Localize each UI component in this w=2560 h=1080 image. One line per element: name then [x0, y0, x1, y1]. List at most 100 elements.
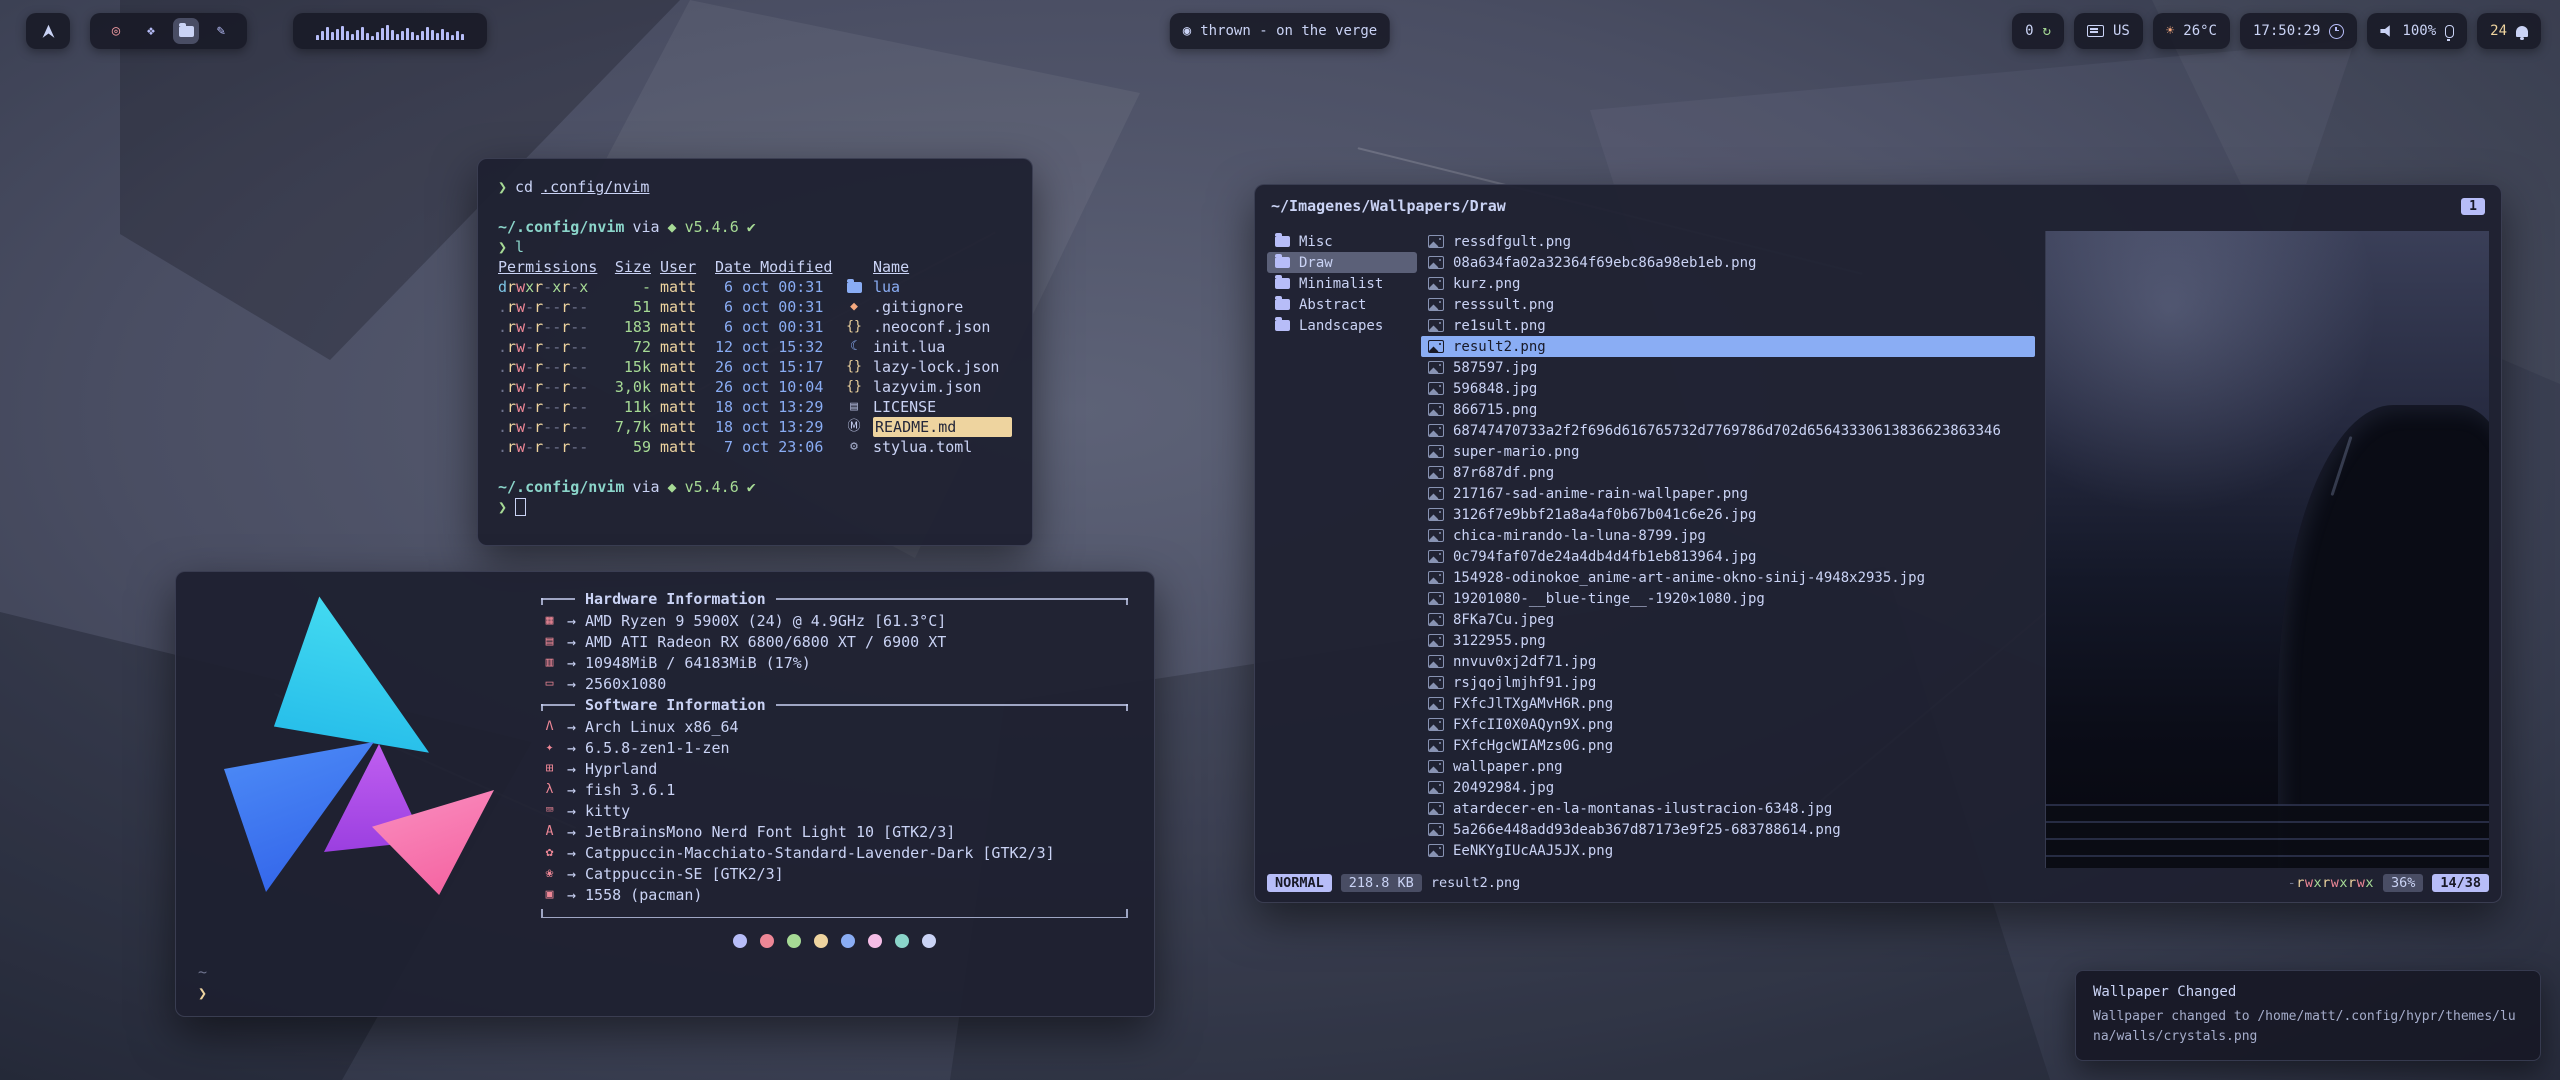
- clock-module[interactable]: 17:50:29: [2240, 13, 2357, 49]
- file-row[interactable]: wallpaper.png: [1421, 756, 2035, 777]
- image-file-icon: [1428, 613, 1444, 626]
- sidebar-dir-abstract[interactable]: Abstract: [1267, 294, 1417, 315]
- file-row[interactable]: 68747470733a2f2f696d616765732d7769786d70…: [1421, 420, 2035, 441]
- palette-dot: [733, 934, 747, 948]
- arrow-icon: →: [567, 844, 576, 862]
- file-row[interactable]: 20492984.jpg: [1421, 777, 2035, 798]
- workspace-files[interactable]: [173, 18, 199, 44]
- file-row[interactable]: 8FKa7Cu.jpeg: [1421, 609, 2035, 630]
- arrow-icon: →: [567, 823, 576, 841]
- terminal-window[interactable]: ❯cd.config/nvim ~/.config/nvimvia◆v5.4.6…: [477, 158, 1033, 546]
- nvim-version: v5.4.6: [685, 477, 739, 497]
- file-manager-window[interactable]: ~/Imagenes/Wallpapers/Draw 1 MiscDrawMin…: [1254, 184, 2502, 903]
- neovim-icon: ◆: [668, 217, 677, 237]
- file-row[interactable]: FXfcJlTXgAMvH6R.png: [1421, 693, 2035, 714]
- info-value: AMD ATI Radeon RX 6800/6800 XT / 6900 XT: [585, 633, 946, 651]
- file-name: 68747470733a2f2f696d616765732d7769786d70…: [1453, 423, 2001, 439]
- volume-module[interactable]: 100%: [2367, 13, 2467, 49]
- workspace-design[interactable]: ✎: [208, 18, 234, 44]
- file-row[interactable]: kurz.png: [1421, 273, 2035, 294]
- sidebar-dir-draw[interactable]: Draw: [1267, 252, 1417, 273]
- waveform-bar: [451, 35, 454, 40]
- folder-icon: [1275, 299, 1290, 310]
- image-file-icon: [1428, 760, 1444, 773]
- image-file-icon: [1428, 256, 1444, 269]
- launcher-button[interactable]: [26, 13, 70, 49]
- file-name: FXfcHgcWIAMzs0G.png: [1453, 738, 1613, 754]
- file-row[interactable]: super-mario.png: [1421, 441, 2035, 462]
- file-name: 0c794faf07de24a4db4d4fb1eb813964.jpg: [1453, 549, 1756, 565]
- file-name: 08a634fa02a32364f69ebc86a98eb1eb.png: [1453, 255, 1756, 271]
- sidebar-dir-minimalist[interactable]: Minimalist: [1267, 273, 1417, 294]
- file-row[interactable]: FXfcII0X0AQyn9X.png: [1421, 714, 2035, 735]
- file-row[interactable]: chica-mirando-la-luna-8799.jpg: [1421, 525, 2035, 546]
- waveform-bar: [416, 35, 419, 40]
- listing-row: .rw-r--r--3,0kmatt26 oct 10:04{}lazyvim.…: [498, 377, 1012, 397]
- keyboard-icon: [2087, 25, 2104, 37]
- file-row[interactable]: ressdfgult.png: [1421, 231, 2035, 252]
- keyboard-layout-module[interactable]: US: [2074, 13, 2143, 49]
- waveform-bar: [326, 27, 329, 40]
- file-name: EeNKYgIUcAAJ5JX.png: [1453, 843, 1613, 859]
- file-row[interactable]: atardecer-en-la-montanas-ilustracion-634…: [1421, 798, 2035, 819]
- fetch-window[interactable]: Hardware Information ▦→AMD Ryzen 9 5900X…: [175, 571, 1155, 1017]
- file-row[interactable]: EeNKYgIUcAAJ5JX.png: [1421, 840, 2035, 861]
- prompt-char: ❯: [498, 237, 507, 257]
- via-label: via: [632, 477, 659, 497]
- workspace-chat[interactable]: ❖: [138, 18, 164, 44]
- dir-name: Misc: [1299, 234, 1333, 250]
- updates-module[interactable]: 0 ↻: [2012, 13, 2064, 49]
- file-row[interactable]: 19201080-__blue-tinge__-1920×1080.jpg: [1421, 588, 2035, 609]
- image-file-icon: [1428, 592, 1444, 605]
- file-row[interactable]: re1sult.png: [1421, 315, 2035, 336]
- sidebar-dir-landscapes[interactable]: Landscapes: [1267, 315, 1417, 336]
- listing-row: .rw-r--r--11kmatt18 oct 13:29▤LICENSE: [498, 397, 1012, 417]
- file-row[interactable]: resssult.png: [1421, 294, 2035, 315]
- image-preview: [2045, 231, 2489, 868]
- tab-badge[interactable]: 1: [2461, 198, 2485, 215]
- waveform: [316, 22, 464, 40]
- arrow-icon: →: [567, 886, 576, 904]
- file-row[interactable]: 5a266e448add93deab367d87173e9f25-6837886…: [1421, 819, 2035, 840]
- file-row[interactable]: 0c794faf07de24a4db4d4fb1eb813964.jpg: [1421, 546, 2035, 567]
- file-row[interactable]: 587597.jpg: [1421, 357, 2035, 378]
- music-module[interactable]: ◉ thrown - on the verge: [1170, 13, 1390, 49]
- file-row[interactable]: 08a634fa02a32364f69ebc86a98eb1eb.png: [1421, 252, 2035, 273]
- music-icon: ◉: [1183, 23, 1191, 39]
- file-row[interactable]: 596848.jpg: [1421, 378, 2035, 399]
- brush-icon: ✎: [217, 23, 225, 39]
- mode-badge: NORMAL: [1267, 874, 1332, 892]
- file-name: 20492984.jpg: [1453, 780, 1554, 796]
- image-file-icon: [1428, 298, 1444, 311]
- info-line-font: A→JetBrainsMono Nerd Font Light 10 [GTK2…: [541, 821, 1128, 842]
- palette-dot: [760, 934, 774, 948]
- file-row[interactable]: 87r687df.png: [1421, 462, 2035, 483]
- info-line-theme: ✿→Catppuccin-Macchiato-Standard-Lavender…: [541, 842, 1128, 863]
- file-row[interactable]: result2.png: [1421, 336, 2035, 357]
- notifications-module[interactable]: 24: [2477, 13, 2541, 49]
- listing-row: .rw-r--r--59matt 7 oct 23:06⚙stylua.toml: [498, 437, 1012, 457]
- notification-popup[interactable]: Wallpaper Changed Wallpaper changed to /…: [2075, 970, 2541, 1061]
- image-file-icon: [1428, 235, 1444, 248]
- file-row[interactable]: 3126f7e9bbf21a8a4af0b67b041c6e26.jpg: [1421, 504, 2035, 525]
- file-row[interactable]: nnvuv0xj2df71.jpg: [1421, 651, 2035, 672]
- file-row[interactable]: 3122955.png: [1421, 630, 2035, 651]
- terminal-cursor[interactable]: [515, 498, 526, 516]
- workspace-switcher: ◎ ❖ ✎: [90, 13, 247, 49]
- json-icon: {}: [846, 377, 862, 397]
- weather-module[interactable]: ☀ 26°C: [2153, 13, 2230, 49]
- file-row[interactable]: 866715.png: [1421, 399, 2035, 420]
- workspace-browser[interactable]: ◎: [103, 18, 129, 44]
- file-row[interactable]: 217167-sad-anime-rain-wallpaper.png: [1421, 483, 2035, 504]
- file-row[interactable]: 154928-odinokoe_anime-art-anime-okno-sin…: [1421, 567, 2035, 588]
- kernel-icon: ✦: [541, 740, 558, 755]
- file-name: 87r687df.png: [1453, 465, 1554, 481]
- image-file-icon: [1428, 823, 1444, 836]
- sidebar-dir-misc[interactable]: Misc: [1267, 231, 1417, 252]
- file-row[interactable]: rsjqojlmjhf91.jpg: [1421, 672, 2035, 693]
- image-file-icon: [1428, 697, 1444, 710]
- file-row[interactable]: FXfcHgcWIAMzs0G.png: [1421, 735, 2035, 756]
- cpu-icon: ▦: [541, 613, 558, 628]
- arrow-icon: →: [567, 802, 576, 820]
- waveform-bar: [456, 31, 459, 40]
